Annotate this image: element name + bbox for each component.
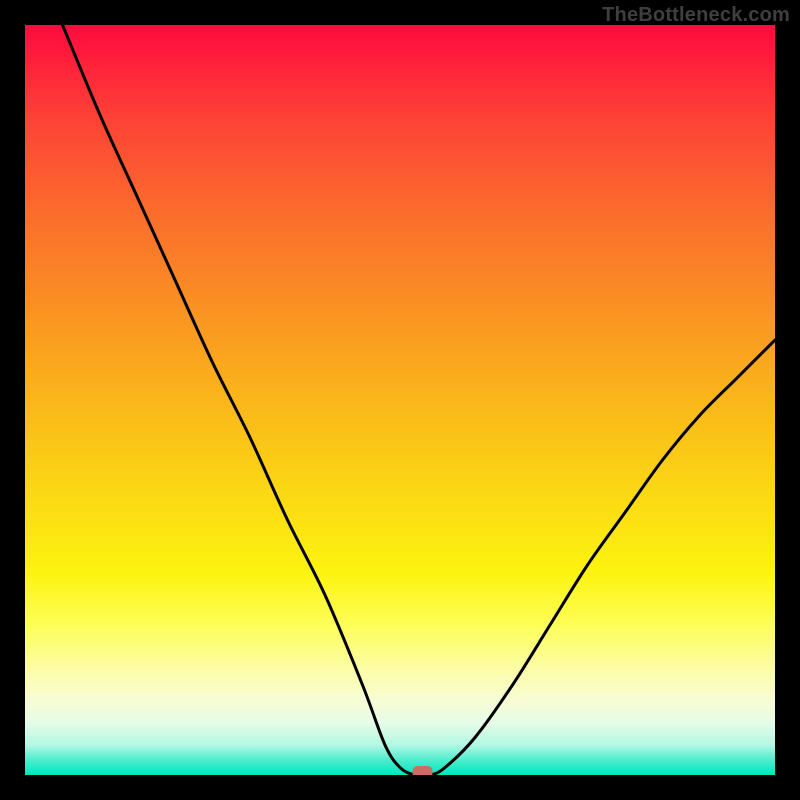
optimum-marker bbox=[413, 766, 433, 775]
chart-svg bbox=[25, 25, 775, 775]
attribution-text: TheBottleneck.com bbox=[602, 4, 790, 27]
bottleneck-curve-line bbox=[63, 25, 776, 775]
plot-area bbox=[25, 25, 775, 775]
chart-frame: TheBottleneck.com bbox=[0, 0, 800, 800]
